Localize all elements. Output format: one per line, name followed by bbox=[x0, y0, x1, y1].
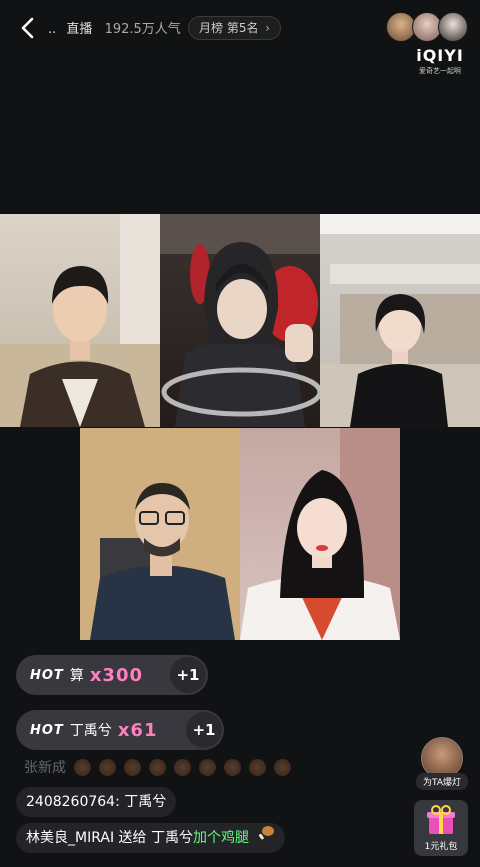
logo-text: iQIYI bbox=[416, 46, 464, 65]
drum-icon bbox=[174, 758, 191, 776]
drum-icon bbox=[74, 758, 91, 776]
video-tile-guest-3[interactable] bbox=[320, 214, 480, 427]
popularity-count: 192.5万人气 bbox=[104, 22, 181, 37]
hot-tag: HOT bbox=[30, 667, 64, 683]
back-arrow-icon[interactable] bbox=[14, 14, 42, 42]
live-title: .. 直播 192.5万人气 bbox=[48, 18, 181, 37]
viewer-avatars[interactable] bbox=[386, 12, 470, 44]
guest-2-video bbox=[160, 214, 320, 427]
live-label: 直播 bbox=[66, 22, 93, 37]
drum-icon bbox=[99, 758, 116, 776]
combo-count: x61 bbox=[117, 719, 158, 741]
drumstick-icon bbox=[257, 823, 275, 853]
hot-tag: HOT bbox=[30, 722, 64, 738]
iqiyi-logo: iQIYI 爱奇艺一起啊 bbox=[412, 46, 468, 76]
video-tile-guest-1[interactable] bbox=[0, 214, 160, 427]
video-tile-guest-4[interactable] bbox=[80, 428, 240, 640]
chat-message[interactable]: 2408260764: 丁禹兮 bbox=[16, 787, 177, 817]
gift-message[interactable]: 林美良_MIRAI 送给 丁禹兮加个鸡腿 bbox=[16, 823, 286, 853]
plus-one-button[interactable]: +1 bbox=[186, 712, 222, 748]
live-header: .. 直播 192.5万人气 月榜 第5名 › iQIYI 爱奇艺一起啊 bbox=[0, 0, 480, 75]
drum-icon bbox=[124, 758, 141, 776]
drum-icon bbox=[149, 758, 166, 776]
drum-icon bbox=[199, 758, 216, 776]
guest-5-video bbox=[240, 428, 400, 640]
gift-pack-label: 1元礼包 bbox=[424, 842, 458, 852]
gift-action: 送给 bbox=[118, 830, 147, 846]
title-dots: .. bbox=[48, 22, 57, 37]
gift-pack-button[interactable]: 1元礼包 bbox=[414, 800, 468, 856]
guest-4-video bbox=[80, 428, 240, 640]
spotlight-button[interactable]: 为TA爆灯 bbox=[416, 737, 468, 790]
chat-faded-line: 张新成 bbox=[24, 757, 291, 777]
monthly-rank-badge[interactable]: 月榜 第5名 › bbox=[188, 16, 282, 40]
plus-one-button[interactable]: +1 bbox=[170, 657, 206, 693]
gift-box-icon bbox=[425, 804, 457, 840]
chevron-right-icon: › bbox=[265, 21, 271, 35]
hot-combo-1: HOT 算 x300 +1 bbox=[16, 655, 208, 695]
video-tile-guest-5[interactable] bbox=[240, 428, 400, 640]
gift-name: 加个鸡腿 bbox=[192, 830, 249, 846]
gift-target: 丁禹兮 bbox=[150, 830, 193, 846]
spotlight-label: 为TA爆灯 bbox=[416, 773, 468, 790]
hot-combo-2: HOT 丁禹兮 x61 +1 bbox=[16, 710, 224, 750]
combo-name: 丁禹兮 bbox=[69, 723, 112, 739]
drum-icon bbox=[274, 758, 291, 776]
combo-count: x300 bbox=[89, 664, 143, 686]
video-tile-guest-2[interactable] bbox=[160, 214, 320, 427]
chat-user: 林美良_MIRAI bbox=[26, 830, 115, 846]
chat-user: 张新成 bbox=[24, 760, 66, 776]
rank-label: 月榜 第5名 bbox=[199, 21, 259, 35]
guest-1-video bbox=[0, 214, 160, 427]
chat-text: 2408260764: 丁禹兮 bbox=[26, 794, 167, 810]
avatar[interactable] bbox=[438, 12, 468, 42]
logo-slogan: 爱奇艺一起啊 bbox=[419, 67, 461, 75]
drum-icon bbox=[249, 758, 266, 776]
guest-3-video bbox=[320, 214, 480, 427]
combo-name: 算 bbox=[69, 668, 84, 684]
drum-icon bbox=[224, 758, 241, 776]
